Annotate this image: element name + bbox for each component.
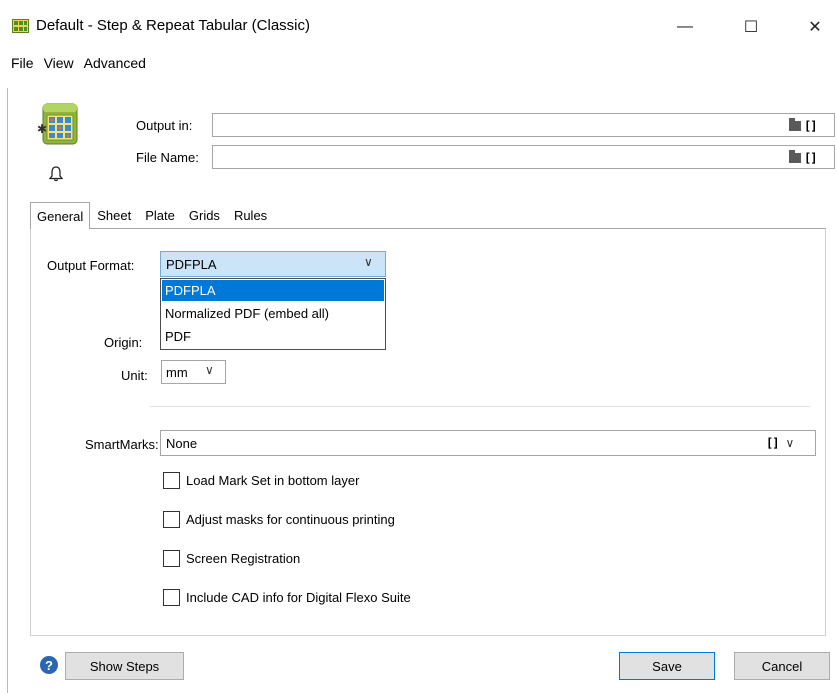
origin-label: Origin: [104,335,143,350]
save-button[interactable]: Save [619,652,715,680]
bell-icon[interactable] [49,166,63,182]
tab-label: General [37,208,84,224]
chevron-down-icon[interactable]: ∨ [785,436,794,450]
dropdown-option-pdfpla[interactable]: PDFPLA [162,280,384,301]
step-repeat-tool-icon[interactable]: ✱ [37,103,82,149]
section-divider [150,406,810,407]
maximize-button[interactable]: ☐ [736,12,766,42]
tab-rules[interactable]: Rules [227,202,274,228]
tab-sheet[interactable]: Sheet [90,202,138,228]
show-steps-button[interactable]: Show Steps [65,652,184,680]
window-title: Default - Step & Repeat Tabular (Classic… [36,17,311,34]
output-in-label: Output in: [136,118,193,133]
minimize-button[interactable]: — [670,12,700,42]
tab-label: Sheet [97,207,132,223]
unit-value: mm [166,365,188,380]
chevron-down-icon[interactable]: ∨ [364,255,373,269]
close-icon: ✕ [808,19,822,36]
frame-border [7,88,8,693]
variable-bracket-icon[interactable]: [] [766,436,779,450]
checkbox-label: Include CAD info for Digital Flexo Suite [186,590,411,605]
dropdown-option-normalized-pdf[interactable]: Normalized PDF (embed all) [162,303,384,324]
svg-text:✱: ✱ [37,122,47,136]
maximize-icon: ☐ [743,19,759,36]
output-format-value: PDFPLA [166,257,217,272]
minimize-icon: — [677,18,693,35]
menu-advanced[interactable]: Advanced [83,55,147,75]
checkbox-include-cad-info[interactable] [163,589,180,606]
tab-label: Rules [233,207,268,223]
smartmarks-label: SmartMarks: [85,437,159,452]
output-format-dropdown: PDFPLA Normalized PDF (embed all) PDF [160,278,386,350]
button-label: Save [652,658,682,674]
checkbox-screen-registration[interactable] [163,550,180,567]
tab-label: Grids [188,207,220,223]
output-in-icons: [] [789,118,817,133]
file-name-label: File Name: [136,150,199,165]
variable-bracket-icon[interactable]: [] [804,119,817,133]
tab-general[interactable]: General [30,202,91,229]
unit-label: Unit: [121,368,148,383]
folder-icon[interactable] [789,150,801,163]
file-name-field[interactable] [212,145,835,169]
checkbox-label: Load Mark Set in bottom layer [186,473,360,488]
tab-bar: General Sheet Plate Grids Rules [30,202,274,229]
button-label: Cancel [761,658,803,674]
smartmarks-value: None [166,436,198,451]
checkbox-load-mark-set[interactable] [163,472,180,489]
output-in-field[interactable] [212,113,835,137]
help-icon[interactable]: ? [40,656,58,674]
checkbox-label: Screen Registration [186,551,301,566]
app-icon [12,19,29,33]
button-label: Show Steps [89,658,160,674]
tab-label: Plate [145,207,175,223]
variable-bracket-icon[interactable]: [] [804,151,817,165]
tab-plate[interactable]: Plate [138,202,182,228]
smartmarks-select[interactable] [160,430,816,456]
file-name-icons: [] [789,150,817,165]
checkbox-label: Adjust masks for continuous printing [186,512,395,527]
smartmarks-icons: [] ∨ [766,436,794,450]
output-format-label: Output Format: [47,258,135,273]
checkbox-adjust-masks[interactable] [163,511,180,528]
help-glyph: ? [45,657,53,673]
dropdown-option-pdf[interactable]: PDF [162,326,384,347]
close-button[interactable]: ✕ [800,12,830,42]
folder-icon[interactable] [789,118,801,131]
menu-view[interactable]: View [43,55,75,75]
chevron-down-icon[interactable]: ∨ [205,363,214,377]
title-bar: Default - Step & Repeat Tabular (Classic… [0,0,838,50]
menu-file[interactable]: File [10,55,35,75]
menu-bar: File View Advanced [10,55,147,75]
tab-grids[interactable]: Grids [182,202,227,228]
cancel-button[interactable]: Cancel [734,652,830,680]
